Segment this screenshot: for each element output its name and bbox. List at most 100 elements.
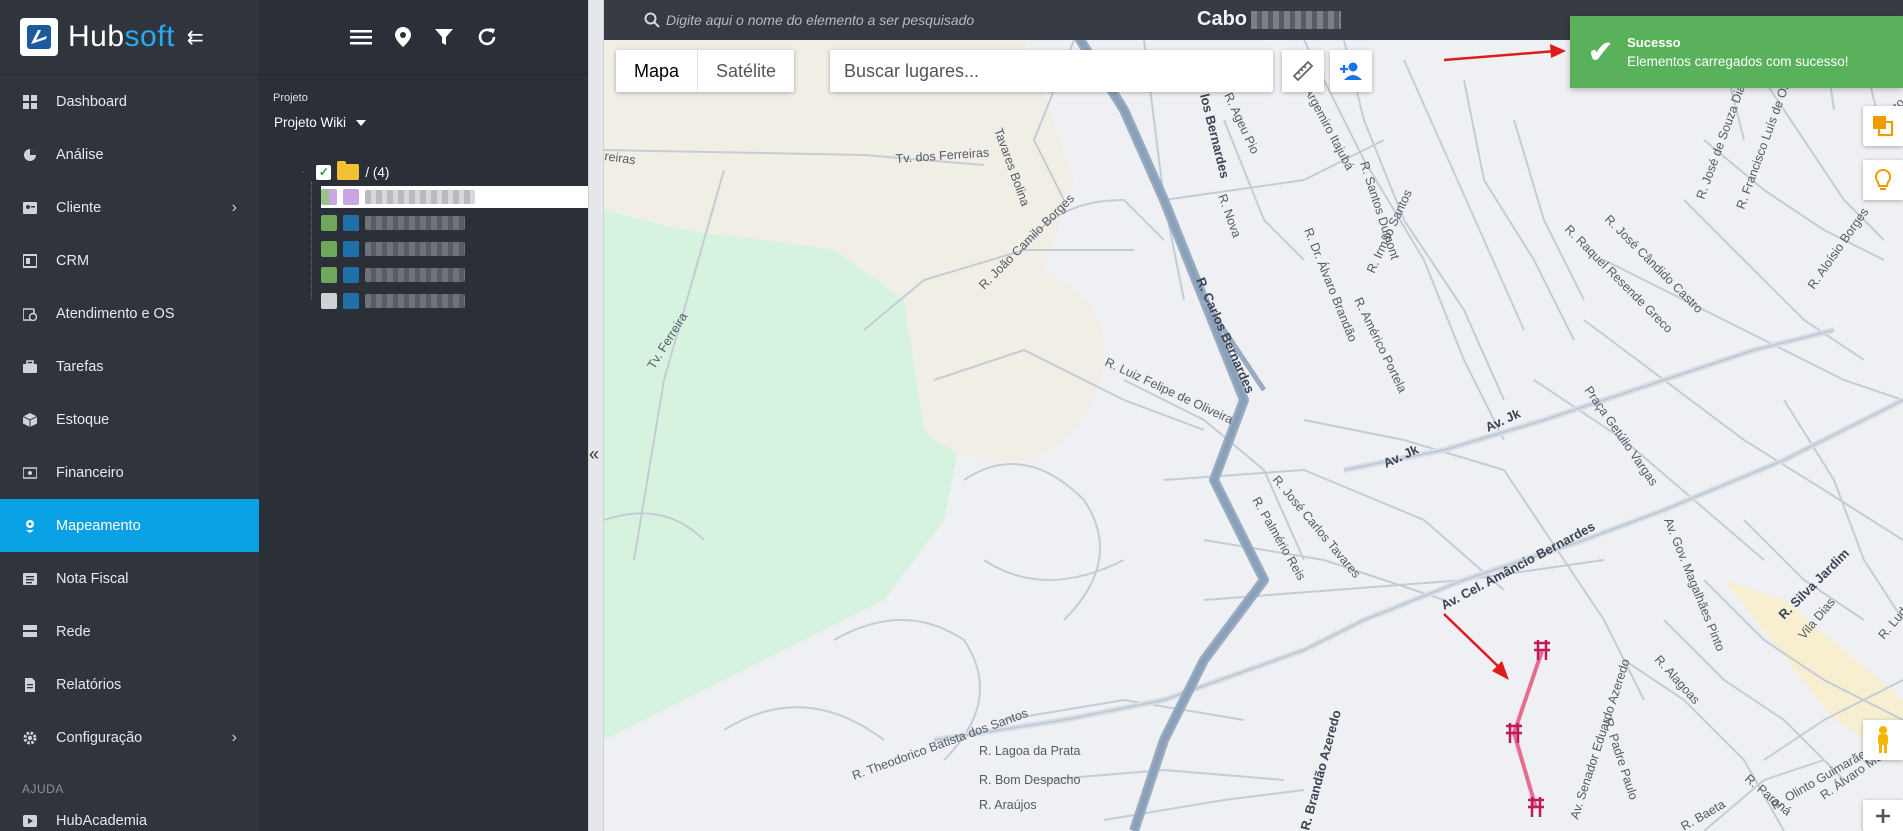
location-pin-icon[interactable] <box>394 26 412 48</box>
sidebar-item-label: HubAcademia <box>56 813 148 829</box>
sidebar-item-dashboard[interactable]: Dashboard <box>0 75 259 128</box>
map-view[interactable]: Tv. dos Ferreiras reiras Tavares Bolina … <box>604 0 1903 831</box>
tree-item-icon <box>321 293 337 309</box>
collapse-panel-icon[interactable]: « <box>589 444 599 465</box>
tree-root[interactable]: · ✓ / (4) <box>301 161 390 180</box>
tree-item[interactable] <box>321 264 465 286</box>
sidebar-item-atendimento[interactable]: Atendimento e OS <box>0 287 259 340</box>
panel-splitter[interactable] <box>588 0 604 831</box>
layers-button[interactable] <box>1863 106 1903 146</box>
sidebar: Hubsoft ⇇ Dashboard Análise Cliente › CR… <box>0 0 259 831</box>
chevron-right-icon: › <box>231 198 237 216</box>
sidebar-item-label: Estoque <box>56 411 110 428</box>
sidebar-item-label: Nota Fiscal <box>56 570 129 587</box>
network-route[interactable] <box>1506 640 1550 817</box>
tree-item-type-icon <box>343 293 359 309</box>
sidebar-item-relatorios[interactable]: Relatórios <box>0 658 259 711</box>
hubsoft-logo-icon[interactable] <box>20 18 58 56</box>
brand: Hubsoft ⇇ <box>0 0 259 75</box>
sidebar-item-tarefas[interactable]: Tarefas <box>0 340 259 393</box>
id-card-icon <box>22 200 38 216</box>
map-type-satellite-button[interactable]: Satélite <box>698 50 794 92</box>
element-search-placeholder: Digite aqui o nome do elemento a ser pes… <box>666 12 975 28</box>
sidebar-item-cliente[interactable]: Cliente › <box>0 181 259 234</box>
plus-icon <box>1876 808 1890 823</box>
element-search-input[interactable]: Digite aqui o nome do elemento a ser pes… <box>604 12 974 28</box>
map-canvas[interactable]: Tv. dos Ferreiras reiras Tavares Bolina … <box>604 0 1903 831</box>
tree-item-label-redacted <box>365 268 465 282</box>
tree-item[interactable] <box>321 186 588 208</box>
toast-body: Sucesso Elementos carregados com sucesso… <box>1627 35 1848 69</box>
filter-icon[interactable] <box>434 27 454 47</box>
sidebar-item-configuracao[interactable]: Configuração › <box>0 711 259 764</box>
tree-item-type-icon <box>343 189 359 205</box>
play-icon <box>22 813 38 829</box>
menu-icon[interactable] <box>349 28 372 46</box>
folder-icon <box>337 161 360 180</box>
money-icon <box>22 465 38 481</box>
check-icon: ✔ <box>1588 35 1614 69</box>
add-user-icon <box>1340 62 1362 80</box>
tips-button[interactable] <box>1863 160 1903 200</box>
tree-item[interactable] <box>321 290 465 312</box>
root-checkbox[interactable]: ✓ <box>316 164 332 180</box>
sidebar-item-label: Dashboard <box>56 93 127 110</box>
sidebar-item-label: Financeiro <box>56 464 124 481</box>
svg-text:R. Carlos Bernardes: R. Carlos Bernardes <box>1193 275 1258 395</box>
success-toast[interactable]: ✔ Sucesso Elementos carregados com suces… <box>1570 16 1903 88</box>
collapse-sidebar-icon[interactable]: ⇇ <box>187 25 204 50</box>
project-label: Projeto <box>273 92 308 104</box>
briefcase-icon <box>22 359 38 375</box>
zoom-in-button[interactable] <box>1863 800 1903 831</box>
sidebar-item-label: Rede <box>56 623 91 640</box>
sidebar-item-label: Análise <box>56 146 104 163</box>
crm-icon <box>22 253 38 269</box>
tree-item-icon <box>321 241 337 257</box>
list-icon <box>22 571 38 587</box>
toast-title: Sucesso <box>1627 35 1681 50</box>
search-icon <box>644 12 660 28</box>
sidebar-item-rede[interactable]: Rede <box>0 605 259 658</box>
add-client-button[interactable] <box>1330 50 1372 92</box>
map-title-text: Cabo <box>1197 8 1247 30</box>
svg-text:R. Américo Portela: R. Américo Portela <box>1351 295 1409 395</box>
tree-item[interactable] <box>321 238 465 260</box>
sidebar-item-financeiro[interactable]: Financeiro <box>0 446 259 499</box>
sidebar-item-estoque[interactable]: Estoque <box>0 393 259 446</box>
sidebar-item-nota-fiscal[interactable]: Nota Fiscal <box>0 552 259 605</box>
lightbulb-icon <box>1874 168 1892 190</box>
sidebar-item-hubacademia[interactable]: HubAcademia <box>0 806 259 831</box>
svg-text:Av. Senador Eduardo Azeredo: Av. Senador Eduardo Azeredo <box>1568 657 1633 821</box>
sidebar-item-analise[interactable]: Análise <box>0 128 259 181</box>
sidebar-item-label: Relatórios <box>56 676 122 693</box>
svg-text:R. Araújos: R. Araújos <box>979 798 1037 812</box>
svg-text:Praça Getúlio Vargas: Praça Getúlio Vargas <box>1582 384 1661 489</box>
sidebar-item-mapeamento[interactable]: Mapeamento <box>0 499 259 552</box>
pie-chart-icon <box>22 147 38 163</box>
street-view-button[interactable] <box>1863 720 1903 760</box>
map-title: Cabo <box>1197 8 1341 31</box>
tree-root-label: / (4) <box>365 164 390 180</box>
svg-text:R. Bom Despacho: R. Bom Despacho <box>979 773 1080 787</box>
sidebar-item-crm[interactable]: CRM <box>0 234 259 287</box>
places-search-input[interactable]: Buscar lugares... <box>830 50 1273 92</box>
refresh-icon[interactable] <box>476 26 498 48</box>
svg-text:R. Baeta: R. Baeta <box>1679 797 1728 831</box>
svg-text:R. Brandão Azeredo: R. Brandão Azeredo <box>1297 708 1344 831</box>
map-type-map-button[interactable]: Mapa <box>616 50 699 92</box>
dashboard-icon <box>22 94 38 110</box>
sidebar-nav: Dashboard Análise Cliente › CRM Atendime… <box>0 75 259 764</box>
svg-text:Av. Jk: Av. Jk <box>1381 441 1421 470</box>
tree-expander[interactable]: · <box>301 167 304 178</box>
measure-button[interactable] <box>1282 50 1324 92</box>
svg-text:R. Dr. Álvaro Brandão: R. Dr. Álvaro Brandão <box>1301 226 1360 344</box>
tree-item[interactable] <box>321 212 465 234</box>
map-type-control: Mapa Satélite <box>616 50 795 92</box>
pegman-icon <box>1878 726 1888 753</box>
sidebar-item-label: Mapeamento <box>56 517 141 534</box>
project-select[interactable]: Projeto Wiki <box>274 115 367 130</box>
svg-text:R. Lagoa da Prata: R. Lagoa da Prata <box>979 744 1081 758</box>
tree-item-label-redacted <box>365 294 465 308</box>
tree-panel: Projeto Projeto Wiki · ✓ / (4) <box>259 0 588 831</box>
map-pin-icon <box>22 518 38 534</box>
